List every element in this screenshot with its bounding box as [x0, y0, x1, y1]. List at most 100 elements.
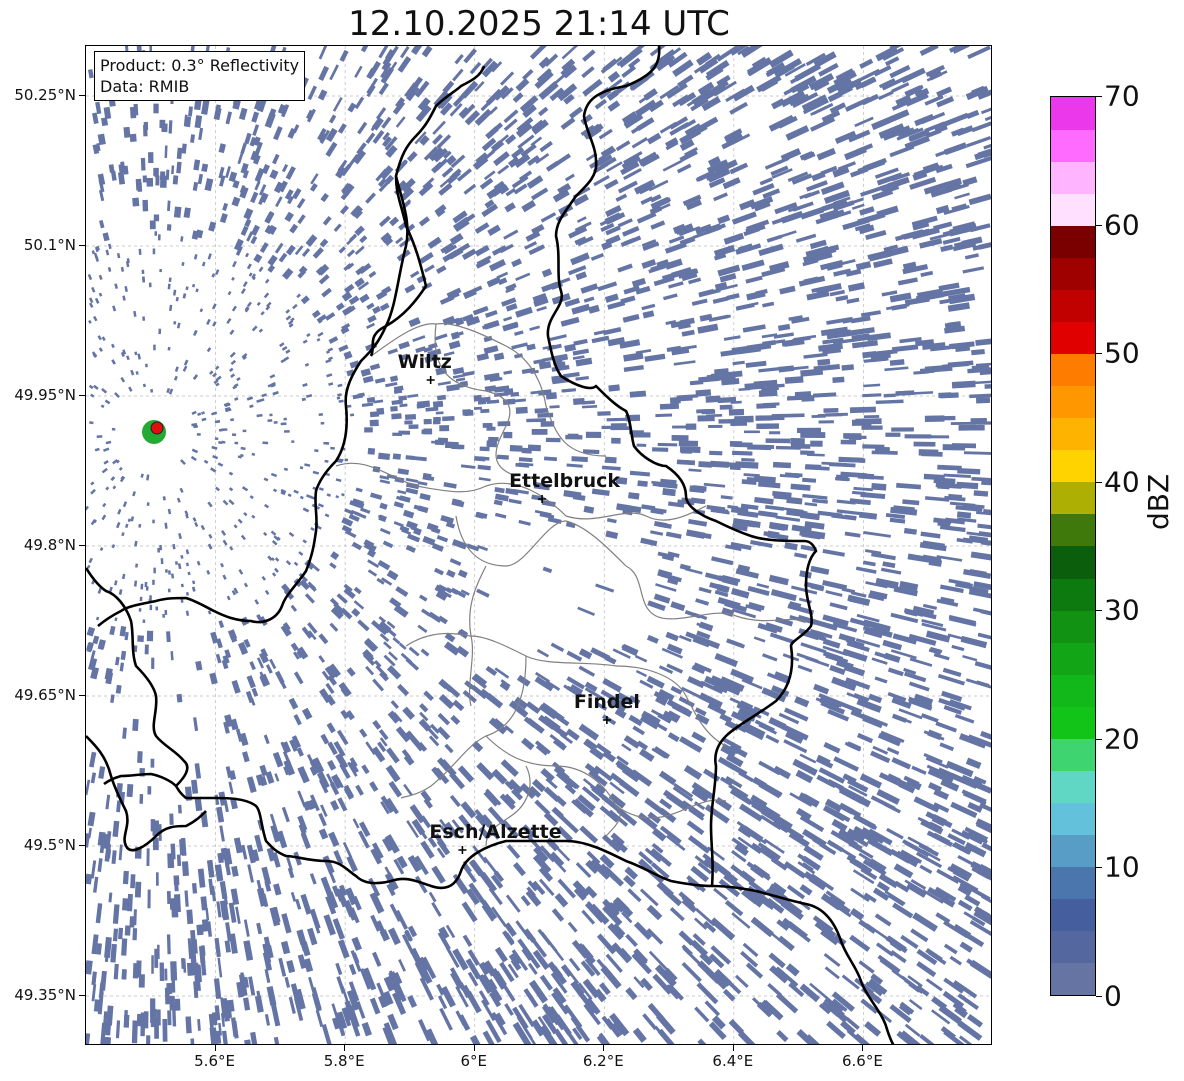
echo-cell — [145, 363, 148, 368]
echo-cell — [300, 893, 312, 915]
echo-cell — [849, 934, 871, 952]
echo-cell — [663, 293, 678, 301]
echo-cell — [174, 366, 179, 372]
echo-cell — [754, 496, 774, 505]
echo-cell — [493, 352, 505, 361]
echo-cell — [361, 402, 374, 407]
echo-cell — [611, 437, 621, 444]
echo-cell — [284, 430, 290, 433]
echo-cell — [704, 1000, 721, 1017]
echo-cell — [734, 415, 754, 423]
echo-cell — [712, 296, 729, 304]
echo-cell — [120, 266, 125, 272]
echo-cell — [951, 380, 976, 389]
echo-cell — [379, 479, 391, 485]
lon-tick-label: 5.6°E — [194, 1052, 235, 1070]
lat-tick-label: 49.65°N — [14, 686, 76, 704]
echo-cell — [462, 934, 473, 947]
echo-cell — [176, 322, 181, 329]
echo-cell — [571, 456, 588, 463]
colorbar-segment — [1051, 802, 1095, 836]
echo-cell — [243, 582, 249, 588]
echo-cell — [95, 101, 102, 115]
echo-cell — [337, 393, 342, 397]
echo-cell — [511, 258, 522, 268]
echo-cell — [228, 902, 237, 923]
echo-cell — [398, 341, 410, 350]
echo-cell — [167, 346, 171, 351]
echo-cell — [762, 301, 775, 308]
echo-cell — [891, 713, 908, 723]
echo-cell — [800, 368, 824, 377]
echo-cell — [542, 566, 553, 574]
echo-cell — [494, 487, 505, 494]
echo-cell — [573, 338, 588, 346]
echo-cell — [335, 302, 345, 311]
echo-cell — [314, 449, 319, 453]
echo-cell — [561, 46, 579, 60]
echo-cell — [261, 393, 267, 398]
echo-cell — [130, 874, 136, 889]
echo-cell — [99, 547, 104, 552]
echo-cell — [263, 292, 270, 299]
echo-cell — [173, 875, 180, 886]
echo-cell — [771, 413, 785, 421]
echo-cell — [372, 305, 382, 314]
colorbar-segment — [1051, 385, 1095, 419]
echo-cell — [713, 192, 728, 202]
echo-cell — [385, 381, 398, 388]
echo-cell — [263, 477, 269, 482]
echo-cell — [231, 433, 237, 436]
echo-cell — [87, 827, 93, 839]
echo-cell — [642, 310, 655, 319]
echo-cell — [951, 127, 965, 137]
echo-cell — [956, 511, 972, 519]
echo-cell — [428, 342, 438, 350]
colorbar-segment — [1051, 289, 1095, 322]
echo-cell — [359, 235, 368, 244]
echo-cell — [525, 701, 541, 714]
echo-cell — [357, 121, 368, 135]
echo-cell — [846, 297, 860, 304]
echo-cell — [518, 519, 531, 526]
echo-cell — [110, 476, 116, 481]
echo-cell — [292, 124, 300, 134]
echo-cell — [462, 288, 478, 300]
echo-cell — [184, 890, 189, 907]
echo-cell — [155, 175, 160, 186]
echo-cell — [280, 940, 291, 955]
echo-cell — [858, 511, 878, 520]
echo-cell — [478, 477, 491, 482]
echo-cell — [369, 419, 379, 427]
echo-cell — [485, 693, 504, 709]
echo-cell — [138, 248, 142, 255]
colorbar-segment — [1051, 321, 1095, 355]
echo-cell — [254, 995, 264, 1013]
echo-cell — [274, 670, 285, 684]
echo-cell — [150, 389, 153, 393]
echo-cell — [261, 575, 266, 581]
echo-cell — [449, 794, 461, 808]
echo-cell — [181, 262, 185, 266]
echo-cell — [320, 192, 329, 203]
echo-cell — [606, 518, 617, 524]
echo-cell — [251, 687, 259, 697]
echo-cell — [744, 430, 760, 434]
radar-map[interactable] — [85, 45, 992, 1045]
colorbar-segment — [1051, 930, 1095, 964]
echo-cell — [132, 197, 140, 207]
echo-cell — [406, 151, 418, 163]
echo-cell — [102, 502, 107, 508]
echo-cell — [360, 368, 372, 377]
echo-cell — [113, 580, 118, 586]
echo-cell — [924, 364, 953, 373]
echo-cell — [296, 197, 306, 209]
echo-cell — [632, 70, 655, 89]
echo-cell — [218, 620, 225, 629]
echo-cell — [768, 952, 786, 969]
echo-cell — [100, 404, 105, 409]
echo-cell — [230, 418, 235, 422]
echo-cell — [120, 650, 127, 661]
echo-cell — [222, 539, 228, 546]
echo-cell — [863, 415, 880, 419]
